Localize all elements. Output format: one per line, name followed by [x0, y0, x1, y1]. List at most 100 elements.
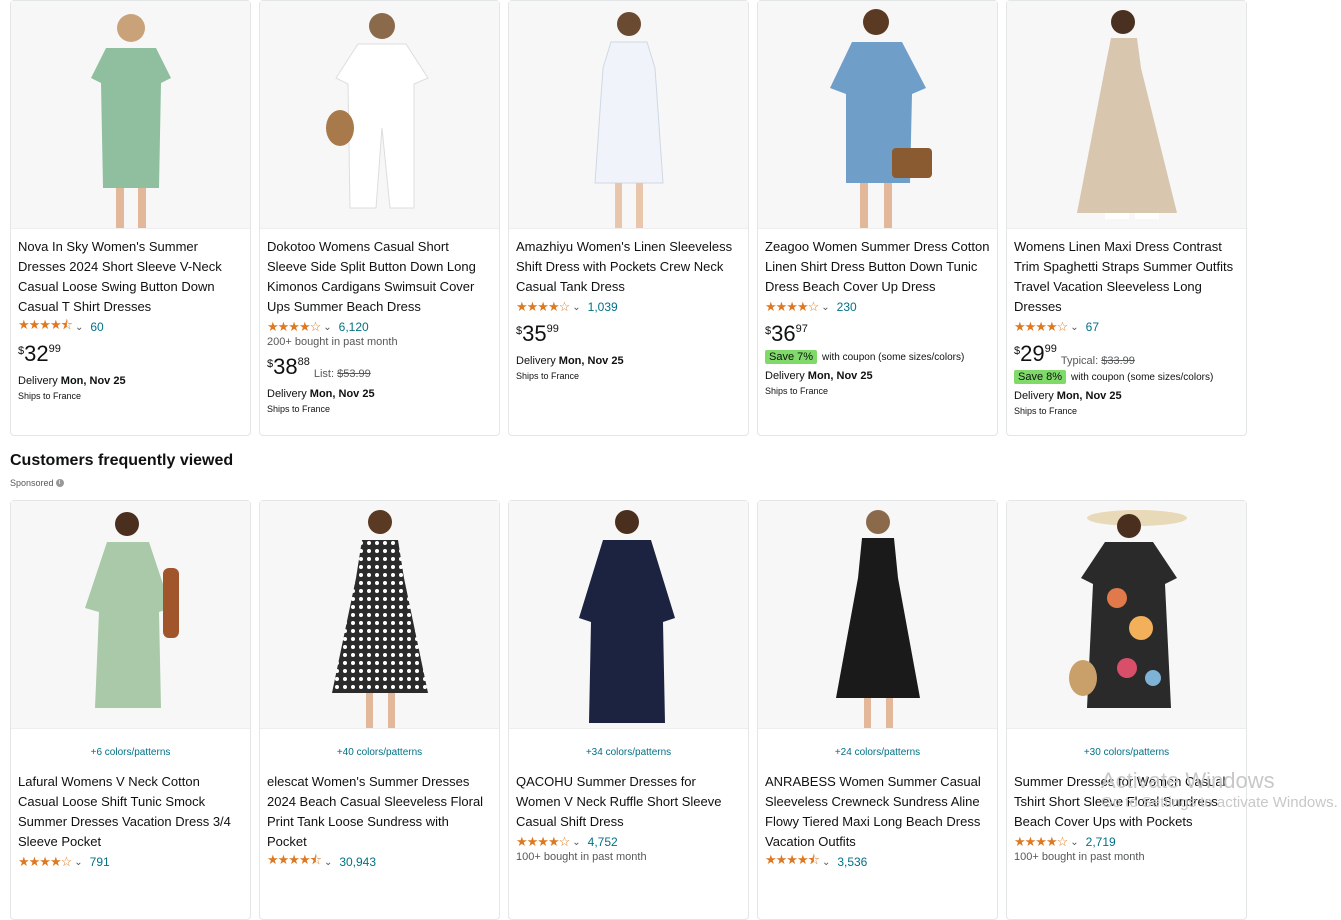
product-image[interactable] — [260, 501, 499, 729]
product-title[interactable]: Nova In Sky Women's Summer Dresses 2024 … — [18, 237, 243, 317]
product-image[interactable] — [11, 501, 250, 729]
rating[interactable]: ★★★★⯪ ⌄ 3,536 — [765, 852, 990, 870]
product-card[interactable]: Zeagoo Women Summer Dress Cotton Linen S… — [757, 0, 998, 436]
product-title[interactable]: Dokotoo Womens Casual Short Sleeve Side … — [267, 237, 492, 317]
rating-count[interactable]: 60 — [90, 320, 103, 334]
product-title[interactable]: Lafural Womens V Neck Cotton Casual Loos… — [18, 772, 243, 852]
rating-count[interactable]: 2,719 — [1086, 835, 1116, 849]
list-label: List: — [313, 368, 335, 380]
dress-image-icon — [325, 13, 429, 209]
coupon[interactable]: Save 8% with coupon (some sizes/colors) — [1014, 370, 1239, 384]
product-card[interactable]: +40 colors/patterns elescat Women's Summ… — [259, 500, 500, 920]
star-rating-icon: ★★★★☆ — [516, 834, 570, 849]
color-swatch-link[interactable]: +6 colors/patterns — [18, 747, 243, 758]
product-card[interactable]: Amazhiyu Women's Linen Sleeveless Shift … — [508, 0, 749, 436]
delivery-info: Delivery Mon, Nov 25 — [516, 355, 741, 367]
rating-count[interactable]: 4,752 — [588, 835, 618, 849]
price-whole: 29 — [1020, 341, 1045, 366]
product-image[interactable] — [260, 1, 499, 229]
list-price-value: $33.99 — [1101, 355, 1135, 367]
chevron-down-icon[interactable]: ⌄ — [323, 322, 331, 333]
product-image[interactable] — [1007, 1, 1246, 229]
rating-count[interactable]: 1,039 — [588, 300, 618, 314]
rating[interactable]: ★★★★☆ ⌄ 791 — [18, 854, 243, 870]
product-image[interactable] — [509, 501, 748, 729]
rating-count[interactable]: 230 — [837, 300, 857, 314]
price-fraction: 99 — [546, 323, 559, 335]
delivery-date: Mon, Nov 25 — [60, 375, 126, 387]
product-card[interactable]: +34 colors/patterns QACOHU Summer Dresse… — [508, 500, 749, 920]
chevron-down-icon[interactable]: ⌄ — [821, 302, 829, 313]
ships-to: Ships to France — [18, 391, 82, 401]
dress-image-icon — [578, 510, 675, 723]
price-fraction: 99 — [1044, 343, 1057, 355]
chevron-down-icon[interactable]: ⌄ — [572, 302, 580, 313]
coupon-text: with coupon (some sizes/colors) — [1071, 371, 1214, 383]
product-title[interactable]: Zeagoo Women Summer Dress Cotton Linen S… — [765, 237, 990, 297]
product-card[interactable]: Nova In Sky Women's Summer Dresses 2024 … — [10, 0, 251, 436]
chevron-down-icon[interactable]: ⌄ — [1070, 322, 1078, 333]
list-price: List: $53.99 — [314, 368, 371, 380]
star-rating-icon: ★★★★⯪ — [267, 852, 322, 867]
rating[interactable]: ★★★★☆ ⌄ 2,719 — [1014, 834, 1239, 850]
chevron-down-icon[interactable]: ⌄ — [1070, 837, 1078, 848]
product-card[interactable]: +6 colors/patterns Lafural Womens V Neck… — [10, 500, 251, 920]
chevron-down-icon[interactable]: ⌄ — [572, 837, 580, 848]
price: $35 99 — [516, 321, 741, 349]
product-title[interactable]: ANRABESS Women Summer Casual Sleeveless … — [765, 772, 990, 852]
windows-activation-watermark: Activate Windows Go to Settings to activ… — [1101, 768, 1341, 812]
product-card[interactable]: +24 colors/patterns ANRABESS Women Summe… — [757, 500, 998, 920]
dress-image-icon — [593, 12, 664, 228]
color-swatch-link[interactable]: +24 colors/patterns — [765, 747, 990, 758]
chevron-down-icon[interactable]: ⌄ — [75, 322, 83, 333]
product-image[interactable] — [758, 501, 997, 729]
rating-count[interactable]: 30,943 — [339, 855, 376, 869]
rating[interactable]: ★★★★☆ ⌄ 1,039 — [516, 299, 741, 315]
product-image[interactable] — [758, 1, 997, 229]
rating[interactable]: ★★★★⯪ ⌄ 60 — [18, 317, 243, 335]
rating-count[interactable]: 6,120 — [339, 320, 369, 334]
product-image[interactable] — [1007, 501, 1246, 729]
rating-count[interactable]: 3,536 — [837, 855, 867, 869]
rating-count[interactable]: 67 — [1086, 320, 1099, 334]
coupon[interactable]: Save 7% with coupon (some sizes/colors) — [765, 350, 990, 364]
star-rating-icon: ★★★★☆ — [1014, 319, 1068, 334]
ships-to: Ships to France — [765, 386, 829, 396]
price-whole: 35 — [522, 321, 547, 346]
product-title[interactable]: QACOHU Summer Dresses for Women V Neck R… — [516, 772, 741, 832]
product-card[interactable]: +30 colors/patterns Summer Dresses for W… — [1006, 500, 1247, 920]
rating-count[interactable]: 791 — [90, 855, 110, 869]
star-rating-icon: ★★★★⯪ — [765, 852, 820, 867]
rating[interactable]: ★★★★☆ ⌄ 4,752 — [516, 834, 741, 850]
rating[interactable]: ★★★★☆ ⌄ 6,120 — [267, 319, 492, 335]
rating[interactable]: ★★★★☆ ⌄ 67 — [1014, 319, 1239, 335]
product-image[interactable] — [509, 1, 748, 229]
product-image[interactable] — [11, 1, 250, 229]
product-card[interactable]: Womens Linen Maxi Dress Contrast Trim Sp… — [1006, 0, 1247, 436]
section-title: Customers frequently viewed — [10, 452, 234, 469]
color-swatch-link[interactable]: +30 colors/patterns — [1014, 747, 1239, 758]
chevron-down-icon[interactable]: ⌄ — [822, 857, 830, 868]
color-swatch-link[interactable]: +40 colors/patterns — [267, 747, 492, 758]
info-icon[interactable]: i — [55, 479, 64, 487]
chevron-down-icon[interactable]: ⌄ — [74, 857, 82, 868]
color-swatch-link[interactable]: +34 colors/patterns — [516, 747, 741, 758]
rating[interactable]: ★★★★⯪ ⌄ 30,943 — [267, 852, 492, 870]
price-whole: 32 — [24, 341, 49, 366]
dress-image-icon — [1068, 510, 1187, 708]
product-card[interactable]: Dokotoo Womens Casual Short Sleeve Side … — [259, 0, 500, 436]
star-rating-icon: ★★★★⯪ — [18, 317, 73, 332]
product-title[interactable]: Womens Linen Maxi Dress Contrast Trim Sp… — [1014, 237, 1239, 317]
chevron-down-icon[interactable]: ⌄ — [324, 857, 332, 868]
price: $29 99 Typical: $33.99 — [1014, 341, 1239, 369]
product-title[interactable]: Amazhiyu Women's Linen Sleeveless Shift … — [516, 237, 741, 297]
save-badge: Save 7% — [765, 350, 818, 364]
ships-to: Ships to France — [516, 371, 580, 381]
product-title[interactable]: elescat Women's Summer Dresses 2024 Beac… — [267, 772, 492, 852]
dress-image-icon — [1076, 10, 1177, 219]
list-price: Typical: $33.99 — [1061, 355, 1135, 367]
list-price-value: $53.99 — [337, 368, 371, 380]
rating[interactable]: ★★★★☆ ⌄ 230 — [765, 299, 990, 315]
price: $38 88 List: $53.99 — [267, 354, 492, 382]
sponsored-label[interactable]: Sponsored i — [10, 478, 64, 488]
